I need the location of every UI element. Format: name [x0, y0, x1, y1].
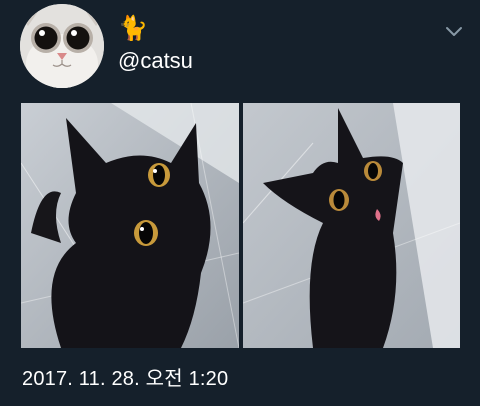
avatar[interactable]	[20, 4, 104, 88]
media-grid	[21, 103, 460, 348]
tweet-photo-2[interactable]	[243, 103, 460, 348]
chevron-down-icon[interactable]	[444, 22, 464, 42]
user-handle[interactable]: @catsu	[118, 47, 193, 75]
cat-photo-icon	[21, 103, 239, 348]
tweet-header: 🐈 @catsu	[0, 0, 480, 96]
tweet-photo-1[interactable]	[21, 103, 239, 348]
cat-photo-icon	[243, 103, 460, 348]
display-name[interactable]: 🐈	[118, 14, 148, 42]
cat-face-icon	[20, 4, 104, 88]
tweet-timestamp[interactable]: 2017. 11. 28. 오전 1:20	[22, 366, 228, 392]
